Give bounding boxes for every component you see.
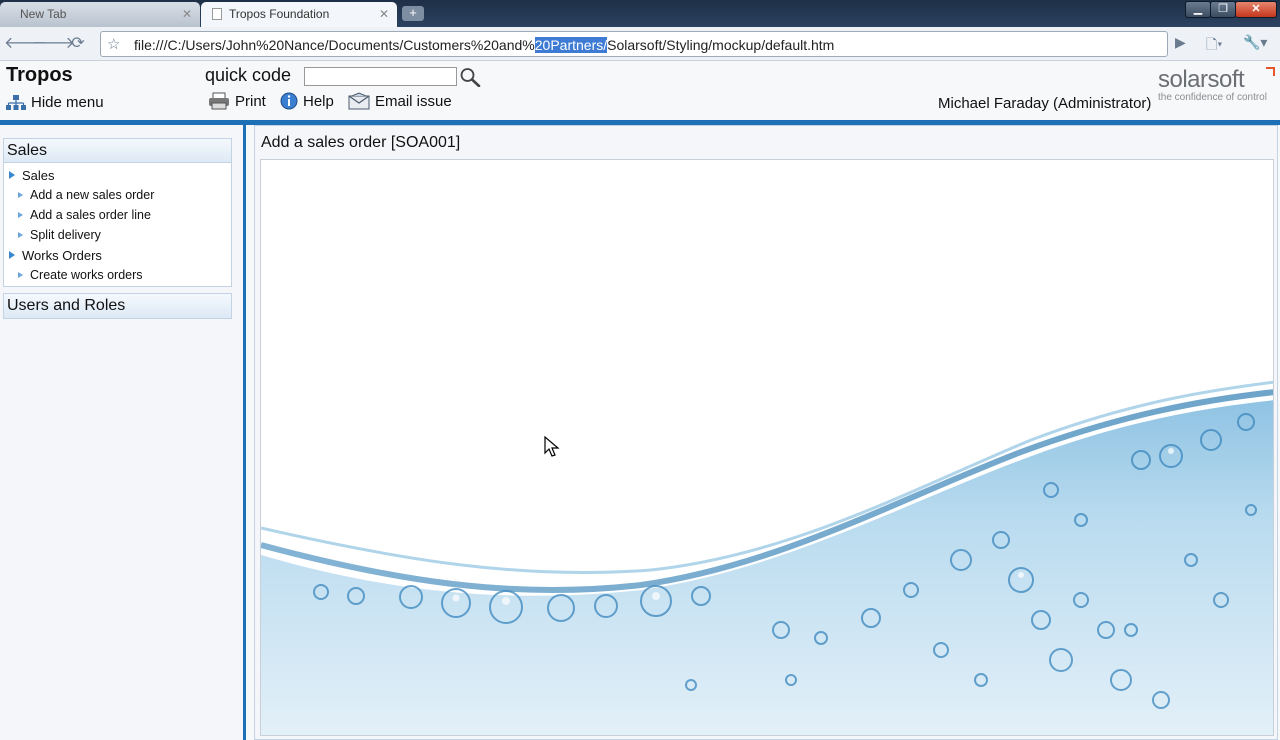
reload-icon[interactable]: ⟳ [66,33,90,55]
page-title: Add a sales order [SOA001] [261,134,461,151]
print-button[interactable]: Print [208,92,266,110]
page-icon [212,8,222,20]
bullet-arrow-icon [18,272,23,278]
help-button[interactable]: Help [280,92,334,110]
url-text[interactable]: file:///C:/Users/John%20Nance/Documents/… [134,37,834,53]
new-tab-button[interactable]: + [402,6,424,21]
main-content: Add a sales order [SOA001] [254,125,1278,740]
menu-item-works-orders[interactable]: Works Orders [4,245,231,265]
current-user: Michael Faraday (Administrator) [938,95,1152,112]
menu-item-create-works-orders[interactable]: Create works orders [4,265,231,285]
back-arrow-icon[interactable]: 🡐 [4,33,47,55]
page-menu-icon[interactable]: 🗋▾ [1206,34,1222,58]
close-window-button[interactable]: ✕ [1235,1,1277,18]
solarsoft-logo: solarsoft the confidence of control [1158,66,1276,103]
bullet-arrow-icon [18,192,23,198]
minimize-button[interactable]: ▁ [1185,1,1211,18]
print-label: Print [235,92,266,110]
search-icon[interactable] [459,67,481,87]
help-label: Help [303,92,334,110]
logo-word: solarsoft [1158,66,1245,93]
info-icon [280,92,298,110]
water-splash-image [261,380,1273,735]
menu-item-sales[interactable]: Sales [4,165,231,185]
bookmark-star-icon[interactable]: ☆ [107,35,120,53]
logo-tagline: the confidence of control [1158,92,1267,103]
bullet-arrow-icon [18,212,23,218]
maximize-button[interactable]: ❐ [1210,1,1236,18]
panel-header-sales[interactable]: Sales [4,139,231,163]
panel-header-users-and-roles[interactable]: Users and Roles [4,294,231,318]
mouse-cursor-icon [544,436,560,457]
envelope-icon [348,92,370,110]
tab-new-tab[interactable]: New Tab ✕ [0,2,200,27]
email-issue-label: Email issue [375,92,452,110]
tab-tropos-foundation[interactable]: Tropos Foundation ✕ [201,2,397,27]
tab-close-icon[interactable]: ✕ [379,7,389,21]
expand-arrow-icon [9,171,15,179]
app-brand: Tropos [6,64,73,86]
tab-label: Tropos Foundation [229,7,330,21]
hide-menu-button[interactable]: Hide menu [6,94,104,111]
printer-icon [209,92,229,110]
users-and-roles-panel: Users and Roles [3,293,232,319]
tab-label: New Tab [20,7,67,21]
content-canvas [260,159,1274,736]
logo-corner-mark [1266,67,1275,76]
sitemap-icon [6,94,26,110]
menu-item-add-sales-order-line[interactable]: Add a sales order line [4,205,231,225]
browser-toolbar: 🡐 🡒 ⟳ ☆ file:///C:/Users/John%20Nance/Do… [0,27,1280,61]
expand-arrow-icon [9,251,15,259]
menu-item-add-new-sales-order[interactable]: Add a new sales order [4,185,231,205]
url-selection: 20Partners/ [534,37,608,53]
tropos-app: Tropos quick code Hide menu Print Help E… [0,61,1280,740]
hide-menu-label: Hide menu [31,94,104,111]
address-bar[interactable]: ☆ file:///C:/Users/John%20Nance/Document… [100,31,1168,57]
forward-arrow-icon[interactable]: 🡒 [32,33,75,55]
go-arrow-icon[interactable]: ▶ [1175,34,1186,51]
quick-code-label: quick code [205,65,292,85]
wrench-icon[interactable]: 🔧▾ [1243,34,1267,51]
tab-close-icon[interactable]: ✕ [182,7,192,21]
menu-item-split-delivery[interactable]: Split delivery [4,225,231,245]
bullet-arrow-icon [18,232,23,238]
sidebar: Sales Sales Add a new sales order Add a … [0,125,246,740]
quick-code-input[interactable] [304,67,457,86]
sales-panel: Sales Sales Add a new sales order Add a … [3,138,232,287]
email-issue-button[interactable]: Email issue [348,92,452,110]
browser-titlebar: New Tab ✕ Tropos Foundation ✕ + ▁ ❐ ✕ [0,0,1280,27]
